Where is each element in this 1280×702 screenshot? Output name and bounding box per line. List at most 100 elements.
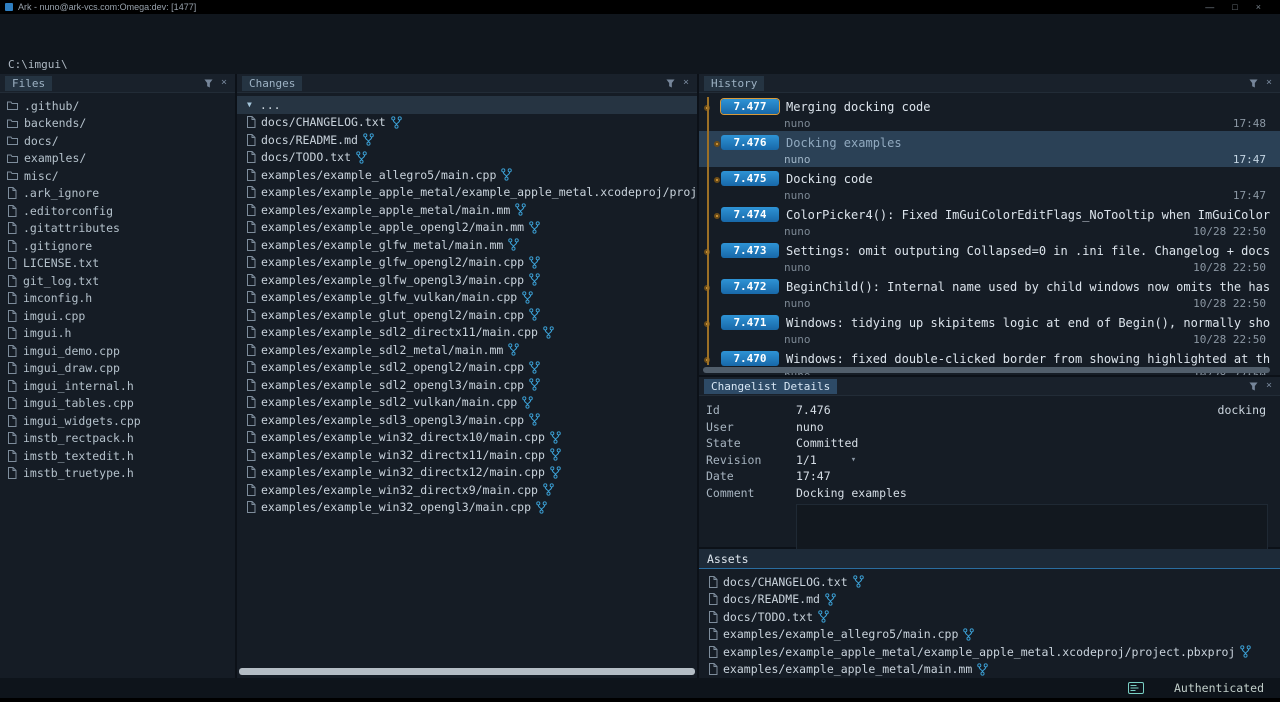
history-item[interactable]: 7.472 BeginChild(): Internal name used b… <box>699 275 1280 311</box>
changed-file-row[interactable]: docs/TODO.txt <box>237 149 697 167</box>
file-tree-item[interactable]: .editorconfig <box>0 202 235 220</box>
revision-badge[interactable]: 7.473 <box>721 243 779 258</box>
changed-file-row[interactable]: examples/example_allegro5/main.cpp <box>699 626 1280 644</box>
changed-file-row[interactable]: examples/example_sdl2_metal/main.mm <box>237 341 697 359</box>
file-path: examples/example_win32_directx12/main.cp… <box>261 465 545 479</box>
filter-icon[interactable] <box>1249 382 1258 391</box>
comment-area[interactable] <box>796 504 1268 550</box>
scrollbar-thumb[interactable] <box>239 668 695 675</box>
changed-file-row[interactable]: docs/TODO.txt <box>699 608 1280 626</box>
file-tree-item[interactable]: LICENSE.txt <box>0 255 235 273</box>
changed-file-row[interactable]: examples/example_sdl2_vulkan/main.cpp <box>237 394 697 412</box>
file-name: imstb_rectpack.h <box>23 431 134 445</box>
detail-label: User <box>706 420 796 434</box>
file-tree-item[interactable]: misc/ <box>0 167 235 185</box>
revision-badge[interactable]: 7.477 <box>721 99 779 114</box>
file-tree-item[interactable]: .github/ <box>0 97 235 115</box>
file-tree-item[interactable]: examples/ <box>0 150 235 168</box>
file-tree-item[interactable]: backends/ <box>0 115 235 133</box>
file-tree-item[interactable]: imgui.cpp <box>0 307 235 325</box>
revision-badge[interactable]: 7.475 <box>721 171 779 186</box>
branch-fork-icon <box>1240 645 1251 658</box>
file-tree-item[interactable]: imstb_truetype.h <box>0 465 235 483</box>
file-tree-item[interactable]: imgui_widgets.cpp <box>0 412 235 430</box>
filter-icon[interactable] <box>666 79 675 88</box>
file-tree-item[interactable]: .gitattributes <box>0 220 235 238</box>
close-icon[interactable]: × <box>1266 381 1272 391</box>
changed-file-row[interactable]: examples/example_sdl3_opengl3/main.cpp <box>237 411 697 429</box>
revision-badge[interactable]: 7.472 <box>721 279 779 294</box>
revision-badge[interactable]: 7.474 <box>721 207 779 222</box>
file-icon <box>246 431 256 443</box>
expand-triangle-icon[interactable]: ▼ <box>247 100 252 109</box>
changed-file-row[interactable]: examples/example_apple_metal/example_app… <box>699 643 1280 661</box>
commit-time: 10/28 22:50 <box>1193 261 1266 274</box>
changed-file-row[interactable]: examples/example_win32_opengl3/main.cpp <box>237 499 697 517</box>
history-item[interactable]: 7.477 Merging docking code nuno 17:48 <box>699 95 1280 131</box>
changed-file-row[interactable]: docs/CHANGELOG.txt <box>699 573 1280 591</box>
minimize-button[interactable]: — <box>1205 2 1214 12</box>
file-tree-item[interactable]: git_log.txt <box>0 272 235 290</box>
file-tree-item[interactable]: imgui_tables.cpp <box>0 395 235 413</box>
changed-file-row[interactable]: docs/README.md <box>237 131 697 149</box>
changed-file-row[interactable]: examples/example_glfw_vulkan/main.cpp <box>237 289 697 307</box>
changes-root-row[interactable]: ▼ ... <box>237 96 697 114</box>
changed-file-row[interactable]: examples/example_allegro5/main.cpp <box>237 166 697 184</box>
close-icon[interactable]: × <box>221 78 227 88</box>
changed-file-row[interactable]: examples/example_sdl2_opengl2/main.cpp <box>237 359 697 377</box>
history-item[interactable]: 7.473 Settings: omit outputing Collapsed… <box>699 239 1280 275</box>
filter-icon[interactable] <box>1249 79 1258 88</box>
file-tree-item[interactable]: imgui.h <box>0 325 235 343</box>
revision-badge[interactable]: 7.471 <box>721 315 779 330</box>
close-icon[interactable]: × <box>683 78 689 88</box>
file-tree-item[interactable]: imstb_rectpack.h <box>0 430 235 448</box>
changed-file-row[interactable]: examples/example_win32_directx10/main.cp… <box>237 429 697 447</box>
scrollbar-thumb[interactable] <box>703 367 1270 373</box>
history-item[interactable]: 7.475 Docking code nuno 17:47 <box>699 167 1280 203</box>
changed-file-row[interactable]: examples/example_win32_directx11/main.cp… <box>237 446 697 464</box>
file-tree-item[interactable]: imgui_draw.cpp <box>0 360 235 378</box>
history-hscrollbar[interactable] <box>703 367 1270 373</box>
file-tree-item[interactable]: docs/ <box>0 132 235 150</box>
filter-icon[interactable] <box>204 79 213 88</box>
changed-file-row[interactable]: examples/example_sdl2_directx11/main.cpp <box>237 324 697 342</box>
file-tree-item[interactable]: .ark_ignore <box>0 185 235 203</box>
file-tree-item[interactable]: imconfig.h <box>0 290 235 308</box>
changed-file-row[interactable]: examples/example_apple_opengl2/main.mm <box>237 219 697 237</box>
file-icon <box>246 361 256 373</box>
chevron-down-icon[interactable]: ▾ <box>851 455 856 465</box>
history-item[interactable]: 7.474 ColorPicker4(): Fixed ImGuiColorEd… <box>699 203 1280 239</box>
file-tree-item[interactable]: imgui_internal.h <box>0 377 235 395</box>
changed-file-row[interactable]: docs/README.md <box>699 591 1280 609</box>
file-icon <box>246 239 256 251</box>
commit-graph-line <box>707 97 709 365</box>
changed-file-row[interactable]: examples/example_glfw_metal/main.mm <box>237 236 697 254</box>
history-item[interactable]: 7.471 Windows: tidying up skipitems logi… <box>699 311 1280 347</box>
changed-file-row[interactable]: examples/example_apple_metal/main.mm <box>237 201 697 219</box>
history-item[interactable]: 7.476 Docking examples nuno 17:47 <box>699 131 1280 167</box>
file-name: imgui_internal.h <box>23 379 134 393</box>
changed-file-row[interactable]: docs/CHANGELOG.txt <box>237 114 697 132</box>
changed-file-row[interactable]: examples/example_apple_metal/example_app… <box>237 184 697 202</box>
changed-file-row[interactable]: examples/example_glfw_opengl2/main.cpp <box>237 254 697 272</box>
file-tree-item[interactable]: imgui_demo.cpp <box>0 342 235 360</box>
file-tree-item[interactable]: imstb_textedit.h <box>0 447 235 465</box>
changed-file-row[interactable]: examples/example_apple_metal/main.mm <box>699 661 1280 679</box>
assets-header[interactable]: Assets <box>699 549 1280 569</box>
changed-file-row[interactable]: examples/example_glut_opengl2/main.cpp <box>237 306 697 324</box>
file-icon <box>7 240 17 252</box>
close-icon[interactable]: × <box>1266 78 1272 88</box>
changed-file-row[interactable]: examples/example_win32_directx9/main.cpp <box>237 481 697 499</box>
revision-badge[interactable]: 7.470 <box>721 351 779 366</box>
changed-file-row[interactable]: examples/example_sdl2_opengl3/main.cpp <box>237 376 697 394</box>
maximize-button[interactable]: □ <box>1232 2 1237 12</box>
file-tree-item[interactable]: .gitignore <box>0 237 235 255</box>
revision-badge[interactable]: 7.476 <box>721 135 779 150</box>
changes-hscrollbar[interactable] <box>239 668 695 675</box>
close-button[interactable]: × <box>1256 2 1261 12</box>
detail-label: Comment <box>706 486 796 500</box>
detail-field-row: Date 17:47 ▾ <box>699 468 1280 485</box>
changed-file-row[interactable]: examples/example_glfw_opengl3/main.cpp <box>237 271 697 289</box>
file-name: examples/ <box>24 151 86 165</box>
changed-file-row[interactable]: examples/example_win32_directx12/main.cp… <box>237 464 697 482</box>
